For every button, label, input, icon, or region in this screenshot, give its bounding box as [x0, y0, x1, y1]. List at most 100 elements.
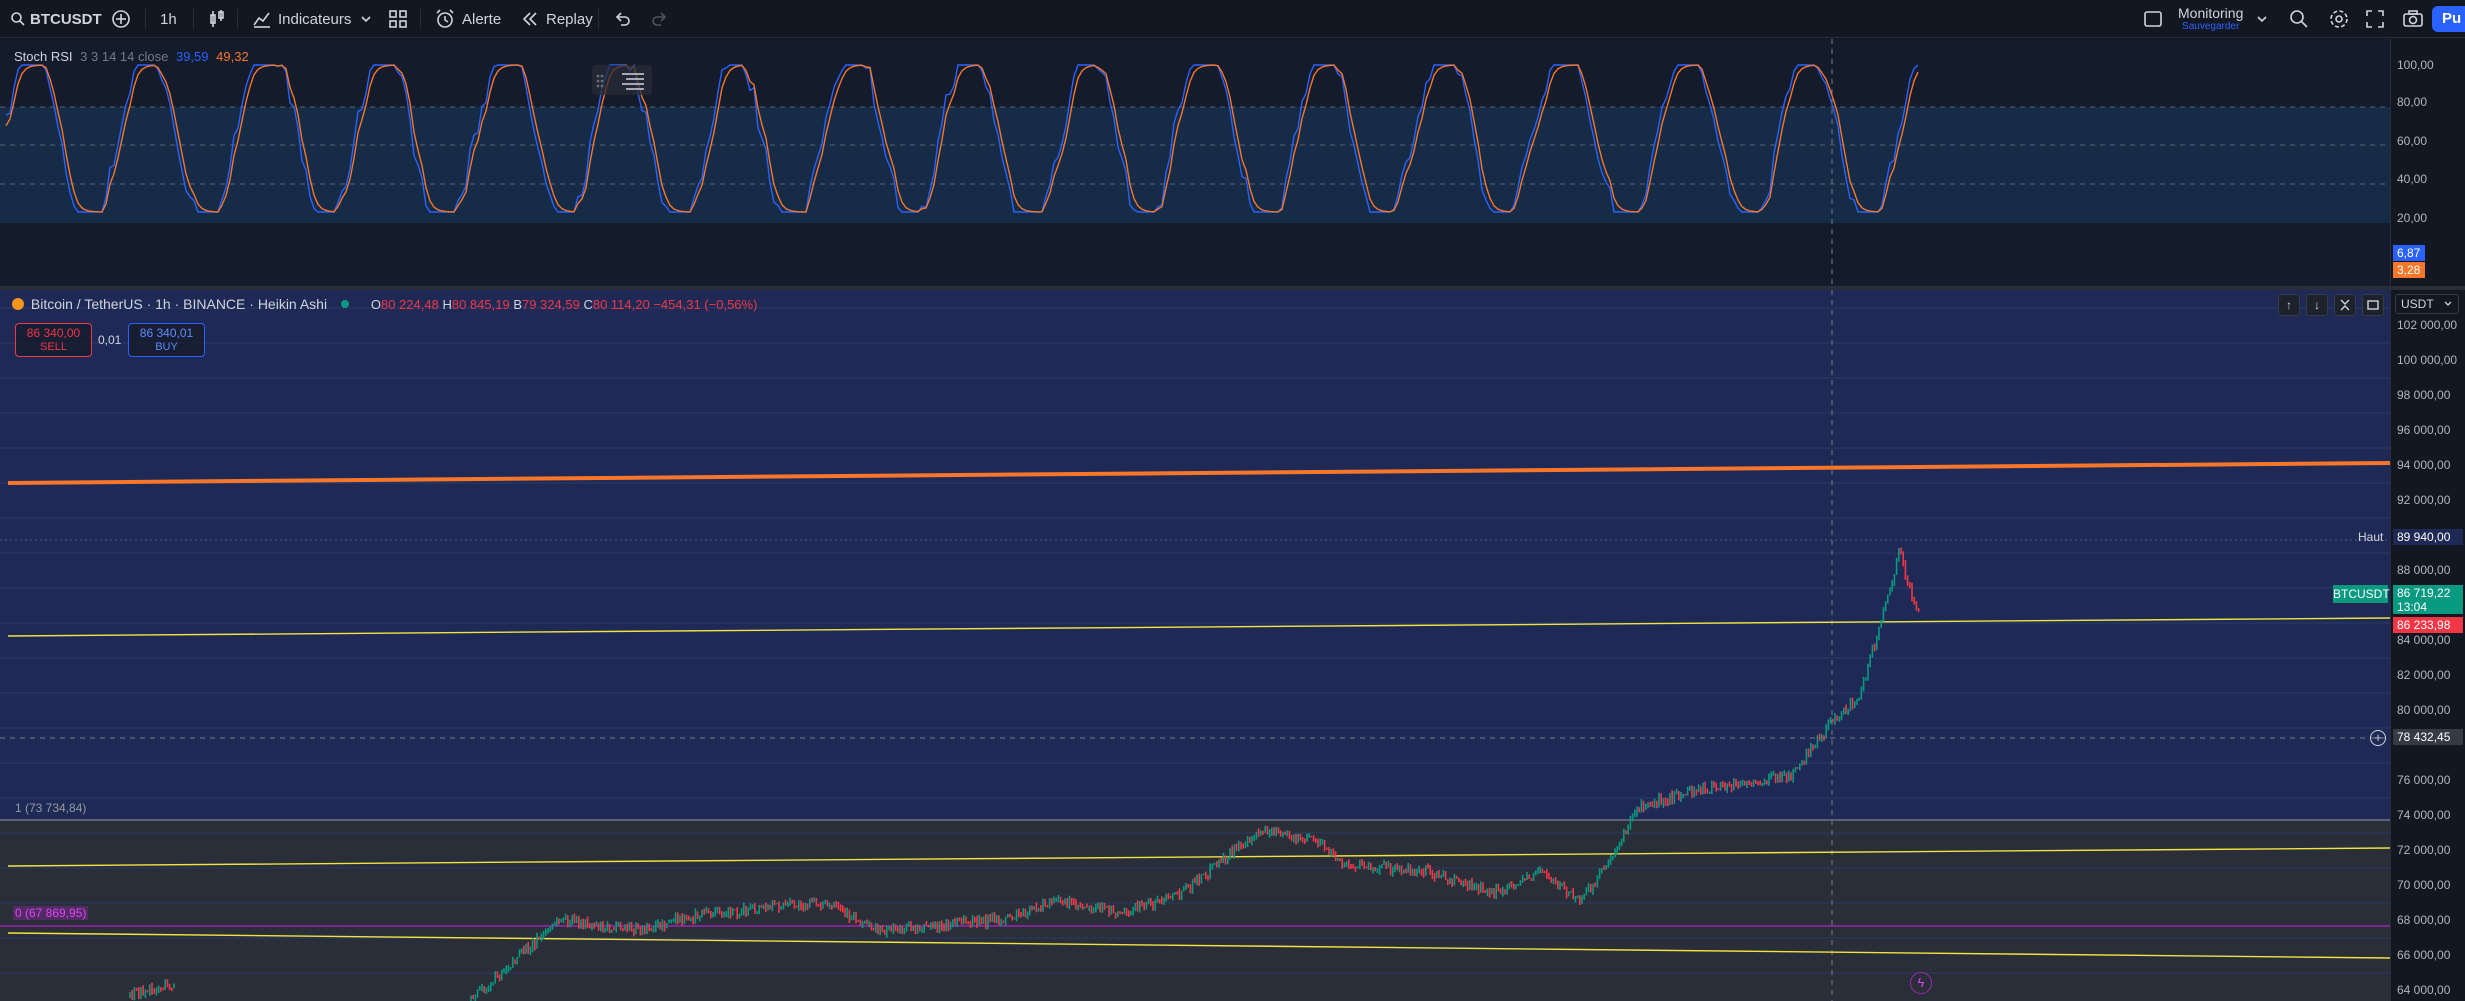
- symbol-label: BTCUSDT: [30, 10, 102, 28]
- indicators-dropdown[interactable]: [360, 0, 372, 38]
- stoch-rsi-price-axis[interactable]: 100,00 80,00 60,00 40,00 20,00 6,87 3,28: [2390, 39, 2465, 286]
- layout-dropdown[interactable]: [2256, 0, 2268, 38]
- high-price-tag: 89 940,00: [2393, 529, 2463, 545]
- price-axis-label: 70 000,00: [2397, 878, 2451, 892]
- replay-icon: [522, 12, 537, 26]
- layout-grid-button[interactable]: [388, 0, 408, 38]
- buy-button[interactable]: 86 340,01 BUY: [128, 323, 205, 357]
- redo-icon: [652, 12, 667, 26]
- event-lightning-icon[interactable]: ϟ: [1910, 972, 1932, 994]
- layout-status: Sauvegarder: [2182, 21, 2240, 32]
- stoch-rsi-plot: [0, 39, 2390, 286]
- maximize-pane-button[interactable]: [2362, 294, 2384, 316]
- crosshair-price-tag: 78 432,45: [2393, 729, 2463, 745]
- layout-name-button[interactable]: Monitoring Sauvegarder: [2178, 0, 2243, 38]
- price-axis-label: 76 000,00: [2397, 773, 2451, 787]
- chevron-down-icon: [361, 16, 371, 23]
- fib-level-1-label: 1 (73 734,84): [15, 801, 87, 815]
- plus-circle-icon: [112, 10, 130, 28]
- main-price-axis[interactable]: USDT 102 000,00 100 000,00 98 000,00 96 …: [2390, 290, 2465, 1001]
- price-axis-label: 98 000,00: [2397, 388, 2451, 402]
- stoch-rsi-legend[interactable]: Stoch RSI 3 3 14 14 close 39,59 49,32: [14, 49, 249, 64]
- snapshot-button[interactable]: [2402, 0, 2424, 38]
- rsi-k-last-tag: 6,87: [2393, 245, 2425, 261]
- stoch-rsi-params: 3 3 14 14 close: [80, 49, 169, 64]
- price-axis-label: 66 000,00: [2397, 948, 2451, 962]
- move-pane-up-button[interactable]: ↑: [2278, 294, 2300, 316]
- quick-search-button[interactable]: [2288, 0, 2310, 38]
- pane-drag-handle[interactable]: [592, 65, 652, 95]
- stoch-rsi-k-value: 39,59: [175, 49, 209, 64]
- rsi-axis-label: 60,00: [2397, 134, 2428, 148]
- price-axis-label: 102 000,00: [2397, 318, 2458, 332]
- fib-zone-fill: [0, 820, 2390, 1001]
- fullscreen-icon: [2366, 10, 2384, 28]
- settings-button[interactable]: [2328, 0, 2350, 38]
- add-price-alert-icon[interactable]: +: [2370, 730, 2386, 746]
- price-axis-label: 82 000,00: [2397, 668, 2451, 682]
- menu-lines-icon: [596, 73, 644, 90]
- chevron-down-icon: [2257, 16, 2267, 23]
- price-chart-plot: [0, 290, 2390, 1001]
- rsi-axis-label: 100,00: [2397, 58, 2434, 72]
- fullscreen-button[interactable]: [2365, 0, 2385, 38]
- rsi-axis-label: 40,00: [2397, 172, 2428, 186]
- rsi-d-last-tag: 3,28: [2393, 262, 2425, 278]
- move-pane-down-button[interactable]: ↓: [2306, 294, 2328, 316]
- bid-price-tag: 86 233,98: [2393, 617, 2463, 633]
- search-icon: [11, 12, 25, 26]
- bitcoin-logo-icon: [12, 298, 24, 310]
- checkbox-icon: [2144, 11, 2162, 27]
- rsi-band-fill: [0, 107, 2390, 223]
- stoch-rsi-pane[interactable]: Stoch RSI 3 3 14 14 close 39,59 49,32: [0, 39, 2390, 286]
- maximize-icon: [2367, 300, 2379, 310]
- price-axis-label: 84 000,00: [2397, 633, 2451, 647]
- chart-type-button[interactable]: [207, 0, 227, 38]
- yellow-trendline-upper: [7, 617, 2390, 637]
- price-axis-label: 74 000,00: [2397, 808, 2451, 822]
- rsi-axis-label: 20,00: [2397, 211, 2428, 225]
- orange-trendline: [7, 461, 2390, 485]
- price-axis-label: 100 000,00: [2397, 353, 2458, 367]
- market-open-dot-icon: [340, 300, 349, 308]
- candles-icon: [210, 10, 224, 27]
- alarm-clock-icon: [436, 9, 454, 28]
- price-axis-label: 68 000,00: [2397, 913, 2451, 927]
- interval-button[interactable]: 1h: [160, 0, 177, 38]
- camera-icon: [2403, 10, 2423, 27]
- replay-button[interactable]: Replay: [520, 0, 593, 38]
- magnifier-plus-icon: [2290, 10, 2308, 28]
- price-axis-label: 64 000,00: [2397, 983, 2451, 997]
- price-axis-label: 94 000,00: [2397, 458, 2451, 472]
- undo-button[interactable]: [612, 0, 632, 38]
- stoch-rsi-name: Stoch RSI: [14, 49, 73, 64]
- fib-level-0-label: 0 (67 869,95): [13, 906, 89, 920]
- symbol-title: Bitcoin / TetherUS · 1h · BINANCE · Heik…: [30, 296, 328, 312]
- top-toolbar: BTCUSDT 1h Indicateurs Alerte Replay Mon…: [0, 0, 2465, 38]
- redo-button[interactable]: [650, 0, 670, 38]
- rsi-axis-label: 80,00: [2397, 95, 2428, 109]
- ohlc-values: O80 224,48 H80 845,19 B79 324,59 C80 114…: [370, 297, 758, 312]
- layout-checkbox[interactable]: [2143, 0, 2163, 38]
- price-axis-label: 72 000,00: [2397, 843, 2451, 857]
- sell-button[interactable]: 86 340,00 SELL: [15, 323, 92, 357]
- symbol-legend[interactable]: Bitcoin / TetherUS · 1h · BINANCE · Heik…: [12, 296, 757, 312]
- spread-value: 0,01: [98, 333, 122, 347]
- currency-selector[interactable]: USDT: [2395, 294, 2459, 314]
- price-axis-label: 92 000,00: [2397, 493, 2451, 507]
- indicators-button[interactable]: Indicateurs: [252, 0, 351, 38]
- alert-button[interactable]: Alerte: [434, 0, 501, 38]
- main-chart-pane[interactable]: Bitcoin / TetherUS · 1h · BINANCE · Heik…: [0, 290, 2390, 1001]
- indicators-label: Indicateurs: [278, 10, 352, 28]
- collapse-icon: [2340, 299, 2350, 311]
- compare-symbol-button[interactable]: [110, 0, 132, 38]
- chevron-down-icon: [2444, 301, 2452, 306]
- publish-button[interactable]: Pu: [2432, 6, 2465, 32]
- stoch-rsi-d-value: 49,32: [216, 49, 249, 64]
- collapse-pane-button[interactable]: [2334, 294, 2356, 316]
- gear-icon: [2330, 10, 2348, 28]
- indicators-icon: [253, 12, 270, 28]
- alert-label: Alerte: [462, 10, 502, 28]
- replay-label: Replay: [546, 10, 593, 28]
- symbol-search-button[interactable]: BTCUSDT: [10, 0, 102, 38]
